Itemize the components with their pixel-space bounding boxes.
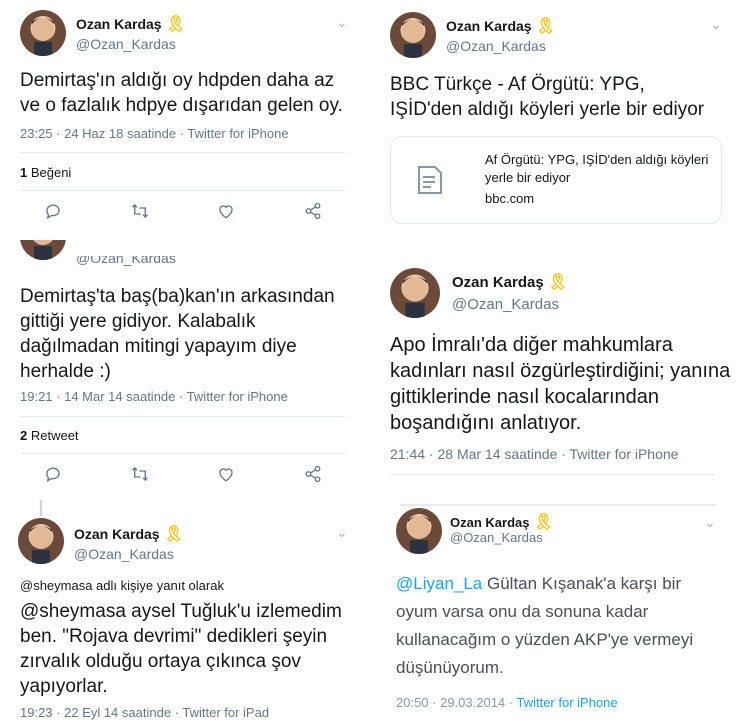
tweet-timestamp[interactable]: 20:50 · 29.03.2014 · Twitter for iPhone (396, 695, 618, 710)
source-link[interactable]: Twitter for iPhone (516, 695, 617, 710)
avatar[interactable] (18, 518, 64, 564)
user-handle[interactable]: @Ozan_Kardas (76, 256, 176, 266)
tweet-timestamp[interactable]: 19:21 · 14 Mar 14 saatinde · Twitter for… (20, 389, 288, 404)
tweet-panel-1: Ozan Kardaş 🎗 @Ozan_Kardas ⌄ Demirtaş'ın … (0, 0, 366, 228)
thread-line (40, 500, 42, 516)
yellow-ribbon-icon: 🎗 (535, 18, 556, 35)
heart-icon[interactable] (215, 200, 237, 222)
reply-icon[interactable] (42, 463, 64, 485)
tweet-panel-4: Ozan Kardaş 🎗 @Ozan_Kardas ⌄ BBC Türkçe -… (372, 0, 736, 240)
avatar[interactable] (390, 12, 436, 58)
user-handle[interactable]: @Ozan_Kardas (450, 530, 543, 545)
chevron-down-icon[interactable]: ⌄ (710, 16, 722, 33)
divider (400, 504, 716, 506)
divider (20, 416, 346, 417)
avatar[interactable] (20, 240, 66, 260)
retweet-icon[interactable] (129, 200, 151, 222)
user-handle[interactable]: @Ozan_Kardas (446, 38, 546, 54)
divider (20, 453, 346, 454)
display-name[interactable]: Ozan Kardaş 🎗 (452, 272, 568, 292)
tweet-text: BBC Türkçe - Af Örgütü: YPG, IŞİD'den al… (390, 74, 705, 120)
divider (390, 474, 716, 475)
tweet-actions (42, 200, 324, 222)
tweet-panel-6: Ozan Kardaş 🎗 @Ozan_Kardas ⌄ @Liyan_La Gü… (372, 500, 736, 723)
tweet-panel-3: Ozan Kardaş 🎗 @Ozan_Kardas ⌄ @sheymasa ad… (0, 500, 366, 723)
mention-link[interactable]: @Liyan_La (396, 574, 482, 593)
retweet-icon[interactable] (129, 463, 151, 485)
yellow-ribbon-icon: 🎗 (533, 514, 554, 531)
tweet-timestamp[interactable]: 21:44 · 28 Mar 14 saatinde · Twitter for… (390, 446, 678, 462)
user-handle[interactable]: @Ozan_Kardas (76, 36, 176, 52)
user-handle[interactable]: @Ozan_Kardas (74, 546, 174, 562)
display-name[interactable]: Ozan Kardaş 🎗 (446, 16, 556, 36)
display-name[interactable]: Ozan Kardaş 🎗 (76, 14, 186, 34)
reply-context[interactable]: @sheymasa adlı kişiye yanıt olarak (20, 578, 224, 593)
link-card[interactable]: Af Örgütü: YPG, IŞİD'den aldığı köyleri … (390, 136, 722, 224)
chevron-down-icon[interactable]: ⌄ (336, 14, 348, 31)
divider (20, 190, 346, 191)
chevron-down-icon[interactable]: ⌄ (336, 524, 348, 541)
tweet-timestamp[interactable]: 23:25 · 24 Haz 18 saatinde · Twitter for… (20, 126, 289, 141)
tweet-text: Demirtaş'ın aldığı oy hdpden daha az ve … (20, 70, 343, 116)
chevron-down-icon[interactable]: ⌄ (704, 514, 716, 531)
avatar[interactable] (20, 10, 66, 56)
share-icon[interactable] (302, 463, 324, 485)
share-icon[interactable] (302, 200, 324, 222)
tweet-text: Demirtaş'ta baş(ba)kan'ın arkasından git… (20, 286, 335, 382)
tweet-panel-2: @Ozan_Kardas Demirtaş'ta baş(ba)kan'ın a… (0, 240, 366, 494)
reply-icon[interactable] (42, 200, 64, 222)
divider (20, 152, 346, 153)
yellow-ribbon-icon: 🎗 (547, 274, 569, 291)
yellow-ribbon-icon: 🎗 (165, 16, 186, 33)
yellow-ribbon-icon: 🎗 (163, 526, 184, 543)
tweet-text: @sheymasa aysel Tuğluk'u izlemedim ben. … (20, 601, 342, 697)
heart-icon[interactable] (215, 463, 237, 485)
tweet-panel-5: Ozan Kardaş 🎗 @Ozan_Kardas Apo İmralı'da … (372, 256, 736, 484)
card-title: Af Örgütü: YPG, IŞİD'den aldığı köyleri … (485, 152, 709, 185)
like-count[interactable]: 1 Beğeni (20, 165, 71, 180)
tweet-text: Apo İmralı'da diğer mahkumlara kadınları… (390, 334, 731, 434)
retweet-count[interactable]: 2 Retweet (20, 428, 79, 443)
display-name[interactable]: Ozan Kardaş 🎗 (450, 512, 554, 532)
tweet-actions (42, 463, 324, 485)
tweet-timestamp[interactable]: 19:23 · 22 Eyl 14 saatinde · Twitter for… (20, 705, 269, 720)
card-domain: bbc.com (485, 191, 535, 206)
avatar[interactable] (396, 508, 442, 554)
display-name[interactable]: Ozan Kardaş 🎗 (74, 524, 184, 544)
tweet-text: @Liyan_La Gültan Kışanak'a karşı bir oyu… (396, 574, 694, 677)
avatar[interactable] (390, 268, 440, 318)
user-handle[interactable]: @Ozan_Kardas (452, 296, 559, 313)
document-icon (418, 166, 442, 194)
